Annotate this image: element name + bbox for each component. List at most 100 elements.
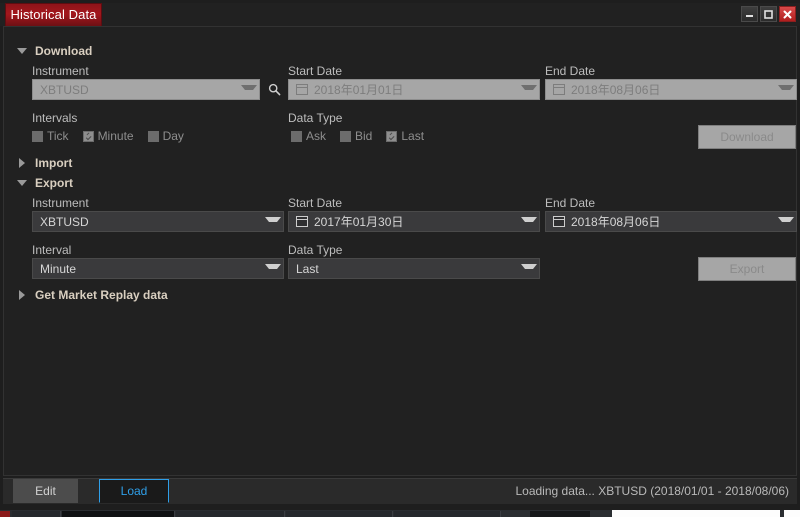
taskbar-item [286,511,393,517]
label-download-intervals: Intervals [32,111,78,125]
export-start-date-field[interactable]: 2017年01月30日 [288,211,540,232]
calendar-icon [553,216,565,227]
download-end-date-value: 2018年08月06日 [571,83,661,97]
chevron-down-icon [16,180,28,186]
chevron-down-icon [263,263,283,274]
taskbar-item [394,511,501,517]
checkbox-box [291,130,302,142]
checkbox-label: Ask [306,129,327,143]
chevron-down-icon [519,84,539,95]
checkbox-box-checked [82,130,94,142]
export-instrument-select[interactable]: XBTUSD [32,211,284,232]
section-header-import[interactable]: Import [16,155,72,171]
export-end-date-field[interactable]: 2018年08月06日 [545,211,797,232]
taskbar-start-indicator [0,511,10,517]
download-instrument-value: XBTUSD [40,82,89,97]
export-end-date-value: 2018年08月06日 [571,215,661,229]
checkbox-interval-minute[interactable]: Minute [82,129,134,143]
checkbox-box [147,130,159,142]
maximize-button[interactable] [760,6,777,22]
content-panel: Download Instrument XBTUSD Start Date 20… [3,26,797,476]
taskbar-item [530,511,590,517]
checkbox-label: Bid [355,129,373,143]
label-download-start-date: Start Date [288,64,343,78]
title-bar: Historical Data [0,3,800,26]
download-instrument-select[interactable]: XBTUSD [32,79,260,100]
checkbox-label: Tick [47,129,69,143]
export-instrument-value: XBTUSD [40,214,89,229]
download-instrument-search-button[interactable] [264,79,284,100]
label-download-instrument: Instrument [32,64,89,78]
window-title: Historical Data [10,7,97,22]
section-header-market-replay[interactable]: Get Market Replay data [16,287,168,303]
window-controls [741,6,796,22]
section-header-download[interactable]: Download [16,43,92,59]
checkbox-box [32,130,43,142]
export-button-label: Export [729,262,765,276]
export-data-type-select[interactable]: Last [288,258,540,279]
calendar-icon [553,84,565,95]
taskbar-item-light [784,510,800,517]
tab-load-label: Load [120,484,148,498]
calendar-icon [296,84,308,95]
calendar-icon [296,216,308,227]
chevron-right-icon [16,158,28,168]
section-title-export: Export [35,176,74,190]
taskbar-item-light [612,510,780,517]
chevron-down-icon [776,216,796,227]
checkbox-data-type-bid[interactable]: Bid [340,129,372,143]
historical-data-window: Historical Data Download Instrument XBTU… [0,0,800,510]
chevron-down-icon [239,84,259,95]
label-download-data-type: Data Type [288,111,343,125]
chevron-down-icon [263,216,283,227]
section-title-market-replay: Get Market Replay data [35,288,168,302]
label-export-start-date: Start Date [288,196,343,210]
checkbox-data-type-ask[interactable]: Ask [291,129,326,143]
export-start-date-value: 2017年01月30日 [314,215,404,229]
checkbox-box [340,130,352,142]
tab-load[interactable]: Load [99,479,169,503]
export-interval-value: Minute [40,261,77,276]
close-button[interactable] [779,6,796,22]
checkbox-label: Minute [97,129,134,143]
checkbox-label: Day [162,129,184,143]
label-export-end-date: End Date [545,196,596,210]
chevron-down-icon [776,84,796,95]
section-title-import: Import [35,156,73,170]
background-taskbar [0,510,800,517]
section-title-download: Download [35,44,93,58]
checkbox-interval-tick[interactable]: Tick [32,129,69,143]
minimize-button[interactable] [741,6,758,22]
download-data-type-group: Ask Bid Last [291,129,433,143]
search-icon [268,83,280,96]
section-header-export[interactable]: Export [16,175,73,191]
checkbox-data-type-last[interactable]: Last [386,129,424,143]
label-export-data-type: Data Type [288,243,343,257]
label-download-end-date: End Date [545,64,596,78]
chevron-down-icon [16,48,28,54]
taskbar-item [12,511,61,517]
export-interval-select[interactable]: Minute [32,258,284,279]
taskbar-item [176,511,285,517]
download-button-label: Download [720,130,774,144]
label-export-instrument: Instrument [32,196,89,210]
export-data-type-value: Last [296,261,319,276]
tab-edit[interactable]: Edit [13,479,78,503]
chevron-down-icon [519,263,539,274]
checkbox-label: Last [401,129,425,143]
export-button[interactable]: Export [698,257,796,281]
download-start-date-value: 2018年01月01日 [314,83,404,97]
label-export-interval: Interval [32,243,72,257]
document-tab-historical-data[interactable]: Historical Data [5,3,102,26]
download-end-date-field[interactable]: 2018年08月06日 [545,79,797,100]
status-bar: Loading data... XBTUSD (2018/01/01 - 201… [515,479,789,503]
chevron-down-icon [519,216,539,227]
footer-tab-strip: Edit Load Loading data... XBTUSD (2018/0… [3,478,797,504]
download-start-date-field[interactable]: 2018年01月01日 [288,79,540,100]
download-button[interactable]: Download [698,125,796,149]
checkbox-box-checked [386,130,398,142]
chevron-right-icon [16,290,28,300]
download-intervals-group: Tick Minute Day [32,129,193,143]
checkbox-interval-day[interactable]: Day [147,129,184,143]
tab-edit-label: Edit [35,484,56,498]
